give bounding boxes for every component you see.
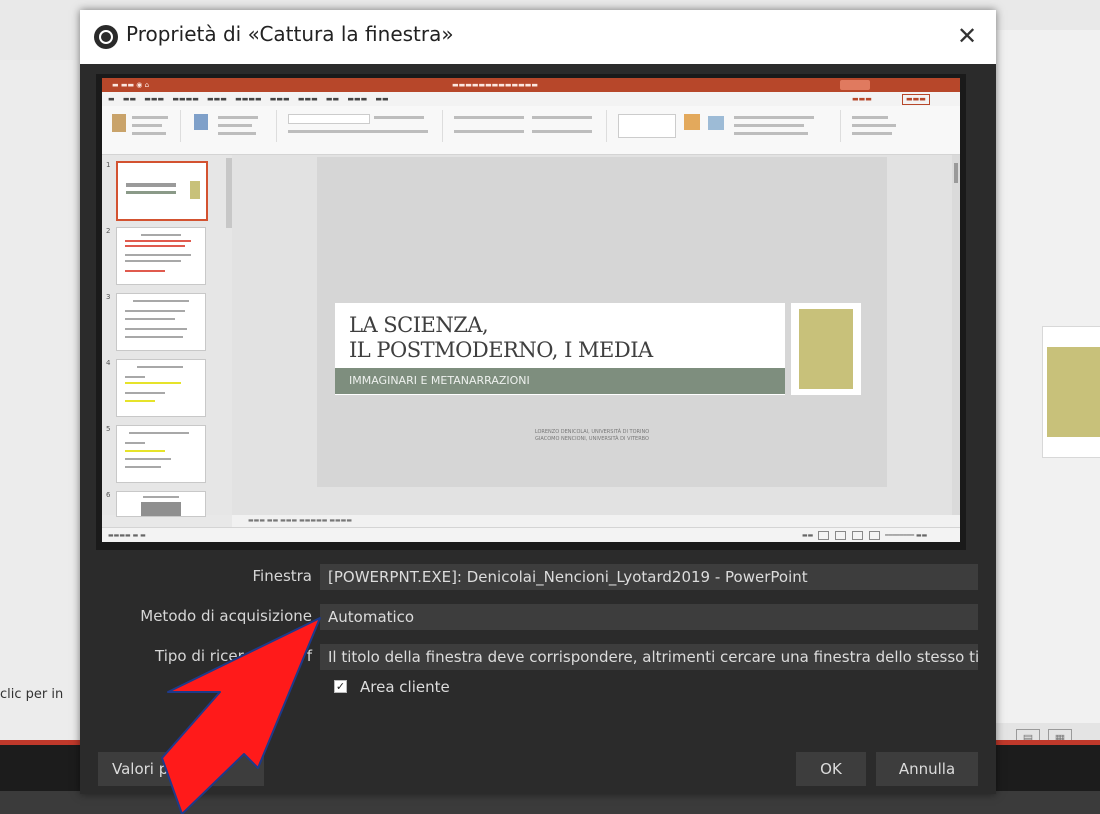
dialog-title: Proprietà di «Cattura la finestra» — [126, 22, 454, 46]
cancel-button[interactable]: Annulla — [876, 752, 978, 786]
ok-button[interactable]: OK — [796, 752, 866, 786]
slide-gold-card — [791, 303, 861, 395]
slide-title-line-1: LA SCIENZA, — [349, 313, 489, 337]
slide-subtitle: IMMAGINARI E METANARRAZIONI — [349, 374, 530, 387]
slide-title-line-2: IL POSTMODERNO, I MEDIA — [349, 338, 653, 362]
pp-thumbnail-3 — [116, 293, 206, 351]
pp-thumbnail-4 — [116, 359, 206, 417]
background-right-panel: ▤ ▦ — [996, 30, 1100, 757]
close-button[interactable]: ✕ — [954, 22, 980, 50]
dialog-titlebar: Proprietà di «Cattura la finestra» ✕ — [80, 10, 996, 64]
capture-preview: ▬ ▬▬ ◉ ⌂ ▬▬▬▬▬▬▬▬▬▬▬▬▬ ▬ ▬▬ ▬▬▬ ▬▬▬▬ ▬▬▬ … — [96, 74, 966, 550]
background-footer — [0, 791, 1100, 814]
client-area-checkbox[interactable]: ✓ — [334, 680, 347, 693]
capture-method-label: Metodo di acquisizione — [140, 607, 312, 625]
properties-dialog: Proprietà di «Cattura la finestra» ✕ ▬ ▬… — [80, 10, 996, 794]
powerpoint-window-preview: ▬ ▬▬ ◉ ⌂ ▬▬▬▬▬▬▬▬▬▬▬▬▬ ▬ ▬▬ ▬▬▬ ▬▬▬▬ ▬▬▬ … — [102, 78, 960, 542]
client-area-label: Area cliente — [360, 678, 450, 696]
pp-status-bar: ▬▬▬▬ ▬ ▬ ▬▬ ━━━━━━━━ ▬▬ — [102, 527, 960, 542]
pp-thumbnail-pane: 1 2 3 4 5 6 — [102, 155, 232, 517]
pp-ribbon — [102, 106, 960, 155]
obs-logo-icon — [94, 25, 118, 49]
defaults-button[interactable]: Valori pre — [98, 752, 264, 786]
pp-thumbnail-1 — [116, 161, 208, 221]
window-match-priority-select[interactable]: Il titolo della finestra deve corrispond… — [320, 644, 978, 670]
background-left-panel — [0, 60, 80, 740]
slide-authors: LORENZO DENICOLAI, UNIVERSITÀ DI TORINO … — [534, 429, 650, 442]
pp-current-slide: LA SCIENZA, IL POSTMODERNO, I MEDIA IMMA… — [317, 157, 887, 487]
pp-thumbnail-5 — [116, 425, 206, 483]
capture-method-select[interactable]: Automatico — [320, 604, 978, 630]
pp-notes-bar: ▬▬▬ ▬▬ ▬▬▬ ▬▬▬▬▬ ▬▬▬▬ — [232, 515, 960, 527]
window-label: Finestra — [252, 567, 313, 585]
slide-title-card: LA SCIENZA, IL POSTMODERNO, I MEDIA IMMA… — [335, 303, 785, 395]
pp-thumbnail-2 — [116, 227, 206, 285]
pp-slide-scrollbar — [952, 155, 960, 515]
background-partial-label: clic per in — [0, 687, 64, 702]
pp-titlebar: ▬ ▬▬ ◉ ⌂ ▬▬▬▬▬▬▬▬▬▬▬▬▬ — [102, 78, 960, 92]
pp-slide-canvas: LA SCIENZA, IL POSTMODERNO, I MEDIA IMMA… — [232, 155, 960, 515]
background-slide-thumbnail — [1042, 326, 1100, 458]
slide-subtitle-band: IMMAGINARI E METANARRAZIONI — [335, 368, 785, 394]
window-match-priority-label: Tipo di ricerca della f — [155, 647, 312, 665]
pp-thumbnail-6 — [116, 491, 206, 517]
window-select[interactable]: [POWERPNT.EXE]: Denicolai_Nencioni_Lyota… — [320, 564, 978, 590]
pp-menu-bar: ▬ ▬▬ ▬▬▬ ▬▬▬▬ ▬▬▬ ▬▬▬▬ ▬▬▬ ▬▬▬ ▬▬ ▬▬▬ ▬▬… — [102, 92, 960, 106]
